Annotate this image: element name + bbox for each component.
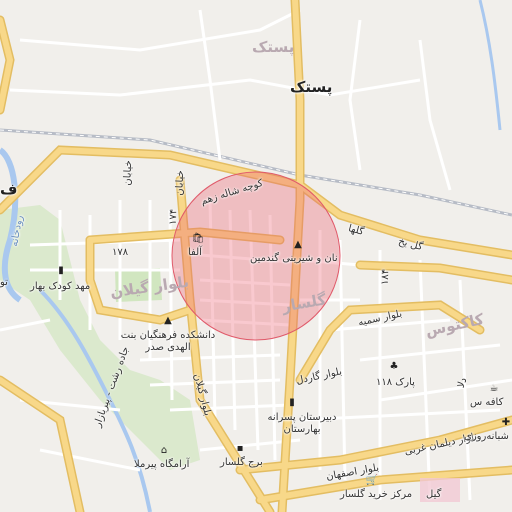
plus-icon[interactable]: ✚ xyxy=(500,416,512,428)
district-label: پستک xyxy=(252,38,295,56)
poi-label-park[interactable]: پارک ۱۱۸ xyxy=(376,378,415,388)
cart-icon[interactable]: 🛒 xyxy=(366,474,378,486)
road-label: ۱۷۸ xyxy=(112,247,129,258)
university-icon[interactable]: ▲ xyxy=(162,314,174,326)
poi-label-bakery[interactable]: نان و شیرینی گندمین xyxy=(250,254,338,264)
poi-label-high-school[interactable]: دبیرستان پسرانه بهارستان xyxy=(262,412,342,436)
shopping-bag-icon[interactable]: 🛍 xyxy=(192,232,205,244)
poi-label-kindergarten[interactable]: مهد کودک بهار xyxy=(30,282,90,292)
building-icon[interactable]: ▪ xyxy=(234,442,246,454)
bakery-icon[interactable]: ▲ xyxy=(292,238,304,250)
cafe-icon[interactable]: ☕ xyxy=(488,382,500,394)
map-view[interactable]: پستک پستک کاکتوس گلسار ف بلوار گیلان کوچ… xyxy=(0,0,512,512)
poi-label-cafe[interactable]: کافه س xyxy=(470,398,503,408)
road-label: خیابان xyxy=(174,170,187,196)
school-icon[interactable]: ▮ xyxy=(286,396,298,408)
road-label: خیابان xyxy=(122,160,135,186)
poi-label-alfa[interactable]: آلفا xyxy=(188,248,202,258)
road-label: ۱۸۴ xyxy=(379,268,392,286)
poi-label-college[interactable]: دانشکده فرهنگیان بنت الهدی صدر xyxy=(118,330,218,354)
poi-label-24h[interactable]: شبانه‌روزی xyxy=(464,432,509,442)
tree-icon[interactable]: ♣ xyxy=(388,360,400,372)
poi-label-gil[interactable]: گیل xyxy=(426,490,441,500)
poi-label-tower[interactable]: برج گلسار xyxy=(220,458,263,468)
river xyxy=(478,0,502,131)
district-label: پستک xyxy=(290,78,333,96)
school-icon[interactable]: ▮ xyxy=(55,264,67,276)
monument-icon[interactable]: ⌂ xyxy=(158,444,170,456)
poi-label-tomb[interactable]: آرامگاه پیرملا xyxy=(134,460,189,470)
road-label: تو xyxy=(0,277,8,288)
poi-label-mall[interactable]: مرکز خرید گلسار xyxy=(340,490,412,500)
district-label: ف xyxy=(0,180,18,198)
road-label: ۱۷۴ xyxy=(167,208,180,226)
